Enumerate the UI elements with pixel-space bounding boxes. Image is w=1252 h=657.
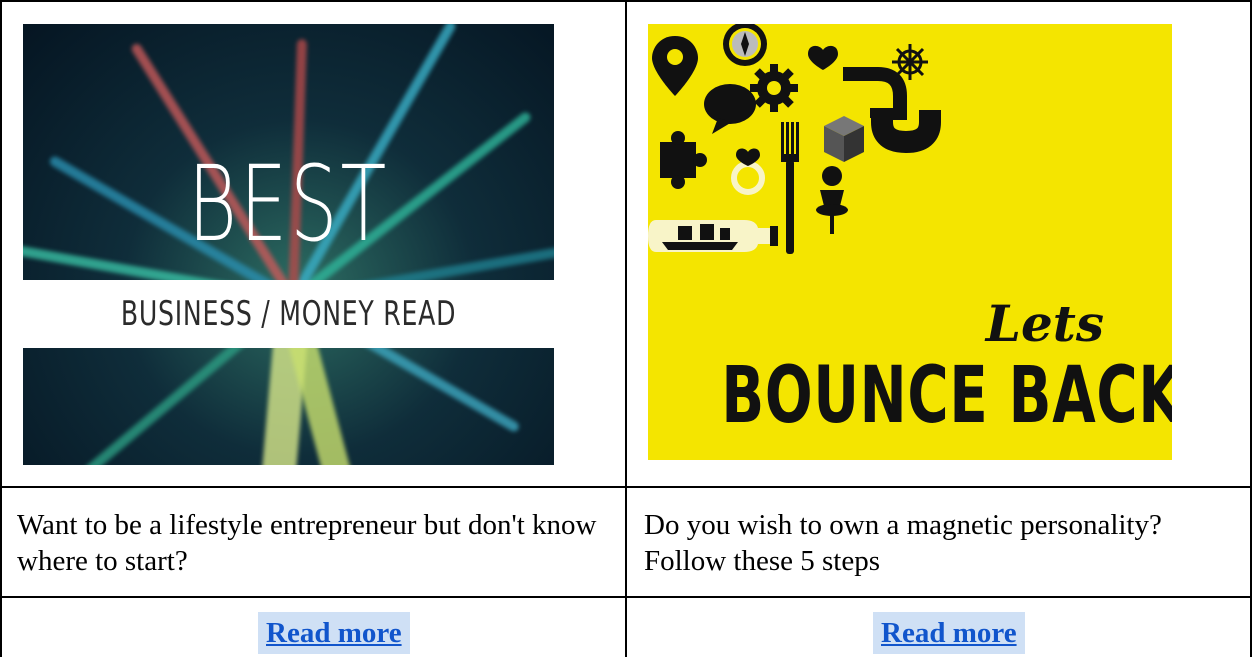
image-script-text: Lets (985, 294, 1104, 353)
map-pin-icon (652, 36, 698, 96)
puzzle-icon (660, 131, 707, 189)
image-title: BEST (187, 143, 390, 265)
card-caption: Do you wish to own a magnetic personalit… (644, 509, 1162, 577)
table-row-divider-2 (0, 596, 1252, 598)
image-subtitle-band: BUSINESS / MONEY READ (23, 280, 554, 348)
image-subtitle: BUSINESS / MONEY READ (120, 294, 457, 334)
compass-icon (723, 24, 767, 66)
heart-icon (808, 45, 838, 70)
read-more-link[interactable]: Read more (258, 612, 410, 654)
table-row-divider-1 (0, 486, 1252, 488)
image-title: BOUNCE BACK (721, 351, 1172, 441)
speech-bubble-icon (704, 84, 756, 134)
ship-wheel-icon (892, 44, 928, 80)
table-divider-center (625, 0, 627, 657)
table-border-left (0, 0, 2, 657)
table-border-top (0, 0, 1252, 2)
ship-in-bottle-icon (648, 220, 778, 252)
card-image-bounce-back: Lets BOUNCE BACK (648, 24, 1172, 460)
fork-icon (781, 122, 799, 254)
push-pin-icon (816, 166, 848, 234)
gear-icon (750, 64, 798, 112)
read-more-link[interactable]: Read more (873, 612, 1025, 654)
cube-icon (824, 116, 864, 162)
card-image-best-business: BEST BUSINESS / MONEY READ (23, 24, 554, 465)
card-caption: Want to be a lifestyle entrepreneur but … (17, 509, 597, 577)
ring-icon (731, 148, 765, 195)
